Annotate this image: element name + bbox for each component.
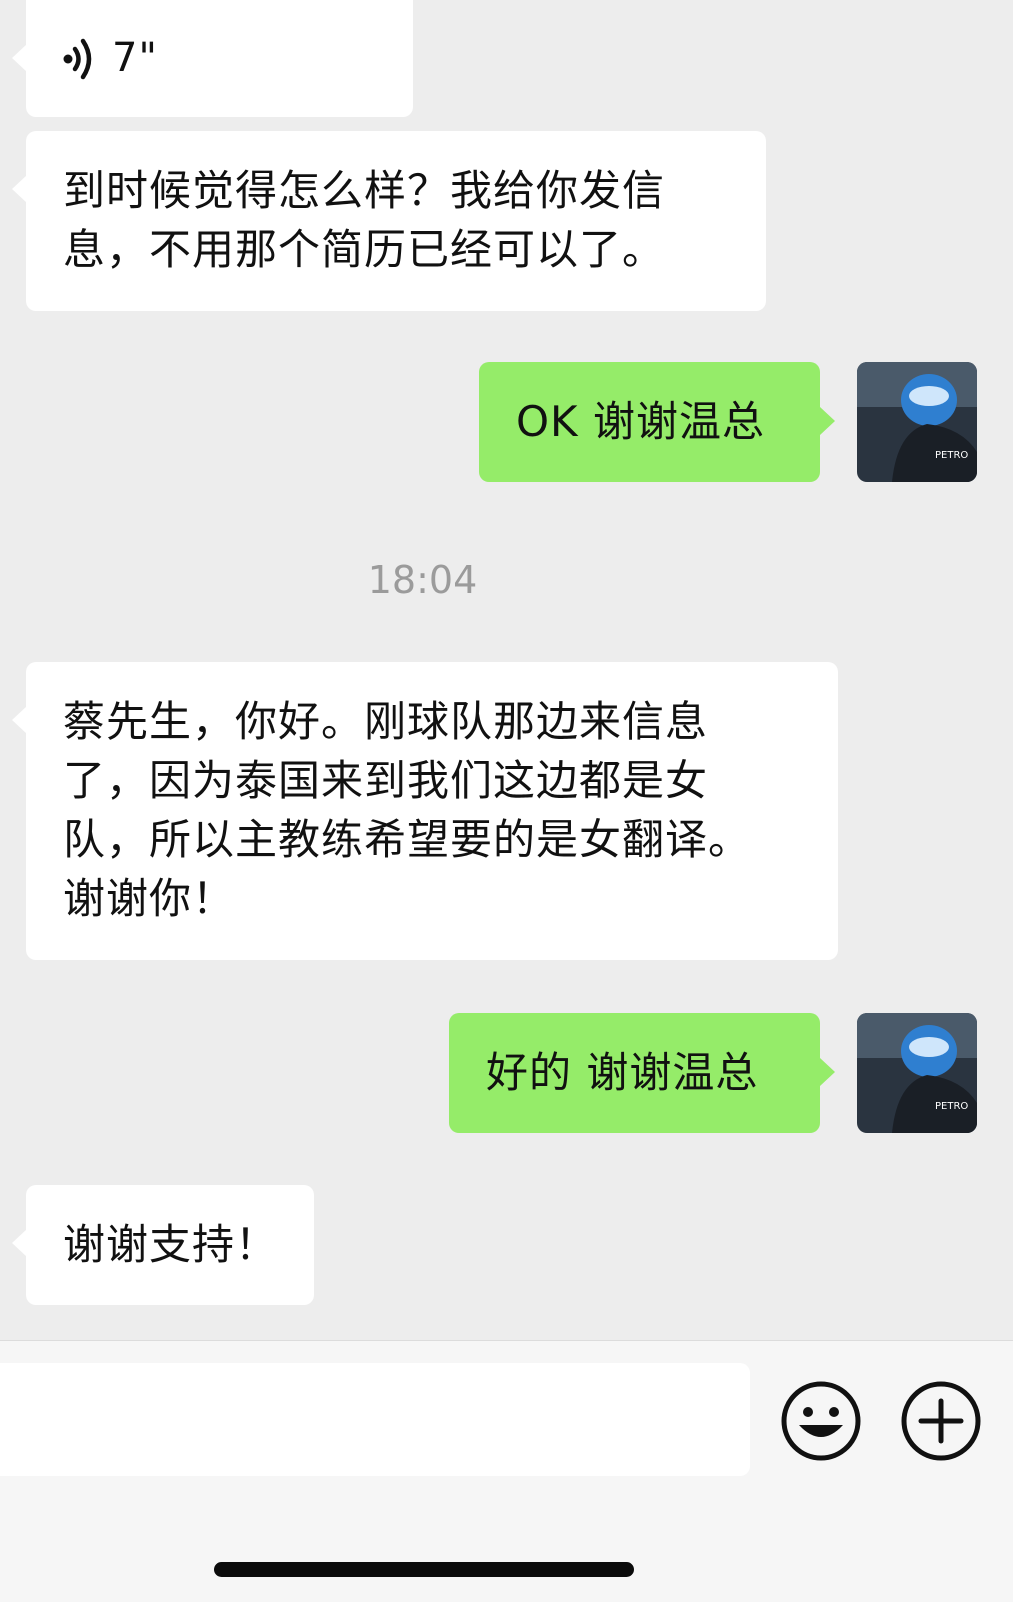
- voice-wave-icon: [63, 38, 92, 79]
- message-text: 谢谢支持！: [63, 1220, 279, 1269]
- input-bar: [0, 1340, 1013, 1602]
- plus-circle-icon[interactable]: [899, 1379, 983, 1463]
- message-text-line: 到时候觉得怎么样？我给你发信: [63, 166, 666, 215]
- message-timestamp: 18:04: [367, 558, 478, 602]
- voice-message-bubble[interactable]: 7": [12, 0, 413, 117]
- message-text-line: 了，因为泰国来到我们这边都是女: [63, 756, 709, 805]
- user-avatar[interactable]: PETRO: [857, 362, 977, 482]
- message-text-line: 谢谢你！: [63, 874, 236, 923]
- message-text: 好的 谢谢温总: [486, 1048, 759, 1097]
- incoming-message-bubble[interactable]: 谢谢支持！: [12, 1185, 314, 1305]
- home-indicator[interactable]: [214, 1562, 634, 1577]
- incoming-message-bubble[interactable]: 蔡先生，你好。刚球队那边来信息 了，因为泰国来到我们这边都是女 队，所以主教练希…: [12, 662, 838, 960]
- outgoing-message-bubble[interactable]: OK 谢谢温总: [479, 362, 835, 482]
- svg-text:PETRO: PETRO: [935, 450, 968, 461]
- message-text-line: 队，所以主教练希望要的是女翻译。: [63, 815, 752, 864]
- message-text: OK 谢谢温总: [516, 397, 765, 446]
- chat-area: 7" 到时候觉得怎么样？我给你发信 息，不用那个简历已经可以了。 OK 谢谢温总…: [0, 0, 1013, 1340]
- svg-text:PETRO: PETRO: [935, 1101, 968, 1112]
- incoming-message-bubble[interactable]: 到时候觉得怎么样？我给你发信 息，不用那个简历已经可以了。: [12, 131, 766, 311]
- message-text-line: 蔡先生，你好。刚球队那边来信息: [63, 697, 709, 746]
- outgoing-message-bubble[interactable]: 好的 谢谢温总: [449, 1013, 835, 1133]
- message-text-line: 息，不用那个简历已经可以了。: [63, 225, 666, 274]
- user-avatar[interactable]: PETRO: [857, 1013, 977, 1133]
- message-input[interactable]: [0, 1363, 750, 1476]
- emoji-smile-icon[interactable]: [779, 1379, 863, 1463]
- voice-duration: 7": [112, 35, 158, 81]
